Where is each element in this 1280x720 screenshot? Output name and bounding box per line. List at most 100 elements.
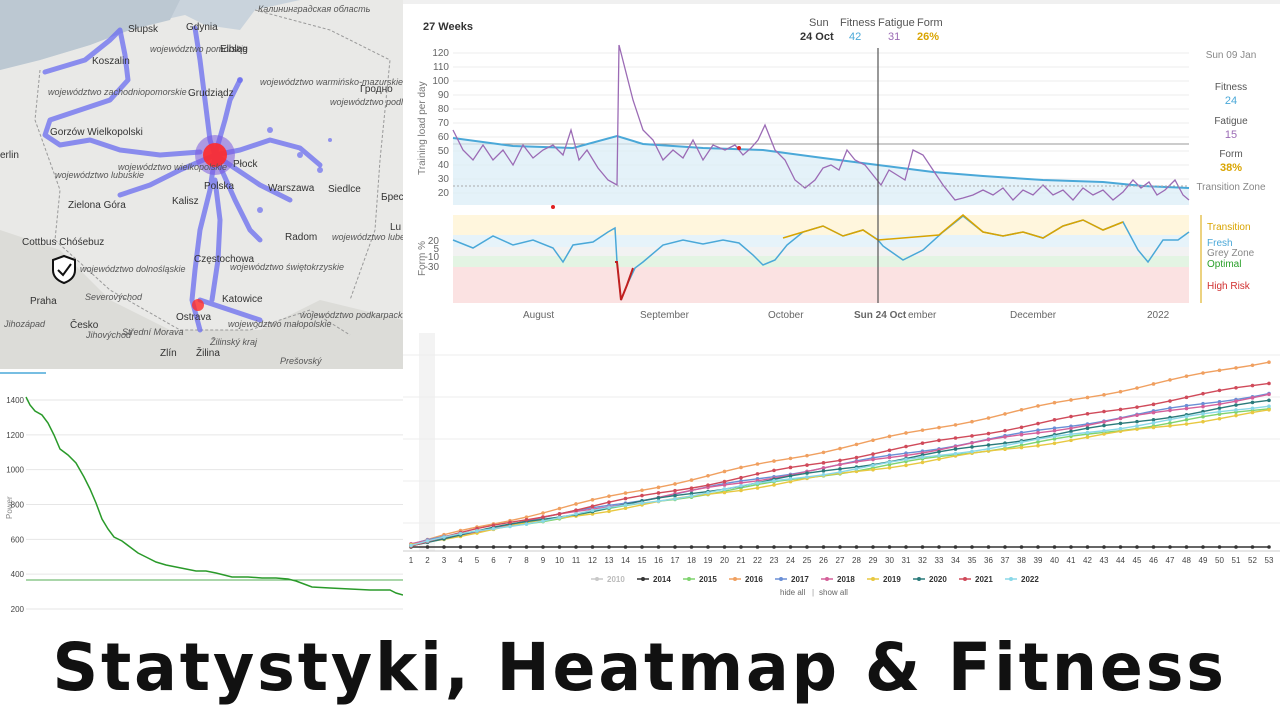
series-point bbox=[1168, 417, 1172, 422]
series-point bbox=[442, 535, 446, 539]
city-label: Siedlce bbox=[328, 184, 361, 195]
region-label: województwo podkarpackie bbox=[300, 310, 403, 320]
city-label: Praha bbox=[30, 296, 57, 307]
series-point bbox=[871, 452, 875, 456]
series-point bbox=[739, 488, 743, 493]
x-tick: 1 bbox=[409, 556, 414, 565]
header-day: Sun bbox=[809, 17, 829, 29]
city-label: Słupsk bbox=[128, 24, 159, 35]
city-label: Katowice bbox=[222, 294, 263, 305]
legend-item-2018[interactable]: 2018 bbox=[837, 575, 855, 584]
legend-item-2019[interactable]: 2019 bbox=[883, 575, 901, 584]
series-point bbox=[1250, 363, 1255, 368]
hide-all-link[interactable]: hide all bbox=[780, 588, 806, 597]
series-point bbox=[1118, 389, 1123, 394]
x-tick: 16 bbox=[654, 556, 663, 565]
header-fatigue-value: 31 bbox=[888, 31, 900, 43]
region-label: Prešovský bbox=[280, 356, 322, 366]
x-tick: 11 bbox=[572, 556, 581, 565]
y-axis-label: Training load per day bbox=[417, 81, 428, 175]
series-point bbox=[574, 545, 578, 549]
series-point bbox=[937, 449, 941, 454]
city-label: Гродно bbox=[360, 84, 393, 95]
x-tick: 3 bbox=[442, 556, 447, 565]
series-point bbox=[656, 545, 661, 549]
series-point bbox=[1085, 545, 1090, 549]
series-point bbox=[508, 520, 512, 525]
show-all-link[interactable]: show all bbox=[819, 588, 848, 597]
series-point bbox=[772, 459, 776, 463]
legend-item-2016[interactable]: 2016 bbox=[745, 575, 763, 584]
series-point bbox=[1118, 416, 1123, 421]
series-point bbox=[854, 467, 859, 471]
x-tick: 10 bbox=[555, 556, 564, 565]
series-point bbox=[805, 463, 809, 467]
series-point bbox=[871, 438, 875, 443]
series-point bbox=[805, 545, 809, 549]
series-point bbox=[656, 485, 661, 490]
y-tick: 80 bbox=[438, 104, 450, 115]
series-point bbox=[590, 497, 595, 502]
series-point bbox=[1217, 545, 1222, 549]
series-point bbox=[1036, 421, 1040, 426]
legend-item-2017[interactable]: 2017 bbox=[791, 575, 809, 584]
series-point bbox=[755, 472, 760, 476]
series-point bbox=[986, 431, 991, 436]
series-point bbox=[887, 455, 892, 460]
series-point bbox=[1184, 417, 1189, 422]
series-point bbox=[1085, 430, 1090, 435]
series-point bbox=[739, 484, 743, 488]
legend-item-2010[interactable]: 2010 bbox=[607, 575, 625, 584]
series-point bbox=[937, 457, 941, 461]
heatmap-map[interactable]: województwo pomorskie województwo zachod… bbox=[0, 0, 403, 369]
legend-item-2014[interactable]: 2014 bbox=[653, 575, 671, 584]
legend-item-2015[interactable]: 2015 bbox=[699, 575, 717, 584]
zone-label-optimal: Optimal bbox=[1207, 259, 1241, 270]
series-point bbox=[1250, 400, 1255, 405]
series-point bbox=[1003, 443, 1007, 448]
legend-item-2021[interactable]: 2021 bbox=[975, 575, 993, 584]
heatmap-panel[interactable]: województwo pomorskie województwo zachod… bbox=[0, 0, 403, 369]
city-label: Zielona Góra bbox=[68, 200, 126, 211]
x-tick: 6 bbox=[491, 556, 496, 565]
cumulative-chart[interactable]: 1 2 3 4 5 6 7 8 9 10 11 12 13 14 15 16 17 18 19 20 21 22 23 24 2… bbox=[403, 333, 1280, 615]
city-label: Płock bbox=[233, 159, 258, 170]
shield-check-icon[interactable] bbox=[52, 254, 76, 285]
grid-lines bbox=[26, 399, 403, 610]
series-point bbox=[1019, 407, 1024, 412]
series-point bbox=[1234, 399, 1238, 404]
series-point bbox=[772, 468, 776, 473]
series-point bbox=[1069, 414, 1073, 419]
legend[interactable]: 2010 2014 2015 2016 2017 2018 2019 2020 2021 2022 bbox=[591, 575, 1039, 584]
series-point bbox=[524, 545, 529, 549]
series-point bbox=[953, 423, 958, 427]
x-tick: 9 bbox=[541, 556, 546, 565]
region-label: województwo wielkopolskie bbox=[118, 162, 227, 172]
range-label[interactable]: 27 Weeks bbox=[423, 21, 473, 33]
region-label: województwo podlaskie bbox=[330, 97, 403, 107]
series-point bbox=[904, 444, 908, 449]
series-point bbox=[557, 506, 562, 511]
y-tick: 120 bbox=[432, 48, 449, 59]
fitness-chart-panel[interactable]: 27 Weeks Sun 24 Oct Fitness 42 Fatigue 3… bbox=[403, 0, 1280, 333]
y-tick: 70 bbox=[438, 118, 450, 129]
cumulative-chart-panel[interactable]: 1 2 3 4 5 6 7 8 9 10 11 12 13 14 15 16 17 18 19 20 21 22 23 24 2… bbox=[403, 333, 1280, 615]
x-tick: 33 bbox=[935, 556, 944, 565]
x-label: December bbox=[1010, 310, 1057, 321]
x-tick: 4 bbox=[458, 556, 463, 565]
series-point bbox=[1201, 545, 1205, 549]
series-point bbox=[920, 545, 925, 549]
y-tick: 1000 bbox=[6, 466, 24, 475]
series-point bbox=[574, 502, 578, 506]
header-form-label: Form bbox=[917, 17, 943, 29]
y-tick: 50 bbox=[438, 146, 450, 157]
series-point bbox=[1135, 386, 1139, 390]
legend-item-2022[interactable]: 2022 bbox=[1021, 575, 1039, 584]
legend-item-2020[interactable]: 2020 bbox=[929, 575, 947, 584]
series-line bbox=[410, 409, 1270, 546]
series-point bbox=[706, 483, 710, 487]
series-point bbox=[1201, 391, 1205, 396]
power-curve-chart[interactable]: Power 140012001000800600400200 bbox=[0, 369, 403, 615]
fitness-chart[interactable]: 27 Weeks Sun 24 Oct Fitness 42 Fatigue 3… bbox=[403, 0, 1280, 333]
power-curve-panel[interactable]: Power 1400 1200 1000 800 600 400 200 bbox=[0, 369, 403, 615]
